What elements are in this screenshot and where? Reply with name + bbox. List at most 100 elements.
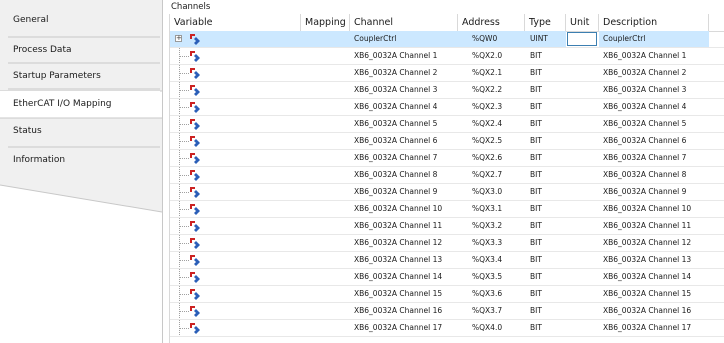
variable-cell[interactable] xyxy=(170,218,301,234)
description-cell: XB6_0032A Channel 10 xyxy=(603,204,692,213)
unit-cell[interactable] xyxy=(566,82,599,98)
table-row[interactable]: XB6_0032A Channel 5 %QX2.4 BIT XB6_0032A Ch… xyxy=(170,116,724,133)
variable-cell[interactable] xyxy=(170,303,301,319)
table-row[interactable]: XB6_0032A Channel 17 %QX4.0 BIT XB6_0032A C… xyxy=(170,320,724,337)
mapping-cell[interactable] xyxy=(301,133,350,149)
column-header-variable[interactable]: Variable xyxy=(170,14,301,31)
table-row[interactable]: XB6_0032A Channel 1 %QX2.0 BIT XB6_0032A Ch… xyxy=(170,48,724,65)
unit-edit-focus[interactable] xyxy=(567,32,597,46)
variable-cell[interactable] xyxy=(170,150,301,166)
mapping-cell[interactable] xyxy=(301,99,350,115)
unit-cell[interactable] xyxy=(566,303,599,319)
mapping-cell[interactable] xyxy=(301,48,350,64)
table-row[interactable]: XB6_0032A Channel 4 %QX2.3 BIT XB6_0032A Ch… xyxy=(170,99,724,116)
type-cell: BIT xyxy=(530,68,542,77)
mapping-cell[interactable] xyxy=(301,184,350,200)
variable-cell[interactable] xyxy=(170,167,301,183)
tab-status[interactable]: Status xyxy=(0,118,160,144)
variable-cell[interactable] xyxy=(170,48,301,64)
address-cell: %QX2.0 xyxy=(472,51,503,60)
mapping-cell[interactable] xyxy=(301,167,350,183)
column-header-type[interactable]: Type xyxy=(525,14,566,31)
output-variable-icon xyxy=(189,254,201,266)
variable-cell[interactable] xyxy=(170,133,301,149)
mapping-cell[interactable] xyxy=(301,82,350,98)
table-row[interactable]: XB6_0032A Channel 14 %QX3.5 BIT XB6_0032A C… xyxy=(170,269,724,286)
unit-cell[interactable] xyxy=(566,48,599,64)
tab-information[interactable]: Information xyxy=(0,147,160,173)
mapping-cell[interactable] xyxy=(301,218,350,234)
table-row[interactable]: XB6_0032A Channel 10 %QX3.1 BIT XB6_0032A C… xyxy=(170,201,724,218)
unit-cell[interactable] xyxy=(566,218,599,234)
column-header-channel[interactable]: Channel xyxy=(350,14,458,31)
variable-cell[interactable] xyxy=(170,235,301,251)
variable-cell[interactable]: + xyxy=(170,31,301,47)
channel-cell: XB6_0032A Channel 16 xyxy=(354,306,443,315)
table-row[interactable]: XB6_0032A Channel 13 %QX3.4 BIT XB6_0032A C… xyxy=(170,252,724,269)
description-cell: XB6_0032A Channel 11 xyxy=(603,221,692,230)
mapping-cell[interactable] xyxy=(301,201,350,217)
table-row[interactable]: XB6_0032A Channel 12 %QX3.3 BIT XB6_0032A C… xyxy=(170,235,724,252)
unit-cell[interactable] xyxy=(566,167,599,183)
variable-cell[interactable] xyxy=(170,320,301,336)
variable-cell[interactable] xyxy=(170,286,301,302)
variable-cell[interactable] xyxy=(170,201,301,217)
unit-cell[interactable] xyxy=(566,133,599,149)
table-row[interactable]: XB6_0032A Channel 3 %QX2.2 BIT XB6_0032A Ch… xyxy=(170,82,724,99)
table-row[interactable]: XB6_0032A Channel 7 %QX2.6 BIT XB6_0032A Ch… xyxy=(170,150,724,167)
column-header-address[interactable]: Address xyxy=(458,14,525,31)
table-row[interactable]: XB6_0032A Channel 2 %QX2.1 BIT XB6_0032A Ch… xyxy=(170,65,724,82)
variable-cell[interactable] xyxy=(170,82,301,98)
unit-cell[interactable] xyxy=(566,184,599,200)
table-row[interactable]: XB6_0032A Channel 15 %QX3.6 BIT XB6_0032A C… xyxy=(170,286,724,303)
mapping-cell[interactable] xyxy=(301,65,350,81)
table-row[interactable]: XB6_0032A Channel 8 %QX2.7 BIT XB6_0032A Ch… xyxy=(170,167,724,184)
variable-cell[interactable] xyxy=(170,269,301,285)
address-cell: %QX2.3 xyxy=(472,102,503,111)
variable-cell[interactable] xyxy=(170,116,301,132)
mapping-cell[interactable] xyxy=(301,269,350,285)
address-cell: %QX2.1 xyxy=(472,68,503,77)
variable-cell[interactable] xyxy=(170,184,301,200)
column-header-description[interactable]: Description xyxy=(599,14,709,31)
unit-cell[interactable] xyxy=(566,201,599,217)
mapping-cell[interactable] xyxy=(301,252,350,268)
unit-cell[interactable] xyxy=(566,286,599,302)
mapping-cell[interactable] xyxy=(301,31,350,47)
table-row[interactable]: XB6_0032A Channel 9 %QX3.0 BIT XB6_0032A Ch… xyxy=(170,184,724,201)
unit-cell[interactable] xyxy=(566,150,599,166)
channel-cell: XB6_0032A Channel 1 xyxy=(354,51,438,60)
expand-plus-icon[interactable]: + xyxy=(175,35,182,42)
mapping-cell[interactable] xyxy=(301,235,350,251)
type-cell: BIT xyxy=(530,102,542,111)
unit-cell[interactable] xyxy=(566,65,599,81)
channel-cell: XB6_0032A Channel 15 xyxy=(354,289,443,298)
table-row[interactable]: XB6_0032A Channel 16 %QX3.7 BIT XB6_0032A C… xyxy=(170,303,724,320)
mapping-cell[interactable] xyxy=(301,286,350,302)
variable-cell[interactable] xyxy=(170,252,301,268)
unit-cell[interactable] xyxy=(566,320,599,336)
description-cell: XB6_0032A Channel 4 xyxy=(603,102,687,111)
table-row[interactable]: + CouplerCtrl %QW0 UINT CouplerCtrl xyxy=(170,31,724,48)
mapping-cell[interactable] xyxy=(301,116,350,132)
unit-cell[interactable] xyxy=(566,116,599,132)
description-cell: CouplerCtrl xyxy=(599,31,709,47)
column-header-mapping[interactable]: Mapping xyxy=(301,14,350,31)
mapping-cell[interactable] xyxy=(301,150,350,166)
mapping-cell[interactable] xyxy=(301,303,350,319)
column-header-unit[interactable]: Unit xyxy=(566,14,599,31)
tab-startup-parameters[interactable]: Startup Parameters xyxy=(0,63,160,89)
channel-cell: XB6_0032A Channel 9 xyxy=(354,187,438,196)
unit-cell[interactable] xyxy=(566,252,599,268)
tab-process-data[interactable]: Process Data xyxy=(0,37,160,63)
mapping-cell[interactable] xyxy=(301,320,350,336)
unit-cell[interactable] xyxy=(566,99,599,115)
tab-ethercat-i-o-mapping[interactable]: EtherCAT I/O Mapping xyxy=(0,91,160,117)
table-row[interactable]: XB6_0032A Channel 11 %QX3.2 BIT XB6_0032A C… xyxy=(170,218,724,235)
unit-cell[interactable] xyxy=(566,269,599,285)
unit-cell[interactable] xyxy=(566,235,599,251)
variable-cell[interactable] xyxy=(170,99,301,115)
table-row[interactable]: XB6_0032A Channel 6 %QX2.5 BIT XB6_0032A Ch… xyxy=(170,133,724,150)
tab-general[interactable]: General xyxy=(0,7,160,33)
variable-cell[interactable] xyxy=(170,65,301,81)
